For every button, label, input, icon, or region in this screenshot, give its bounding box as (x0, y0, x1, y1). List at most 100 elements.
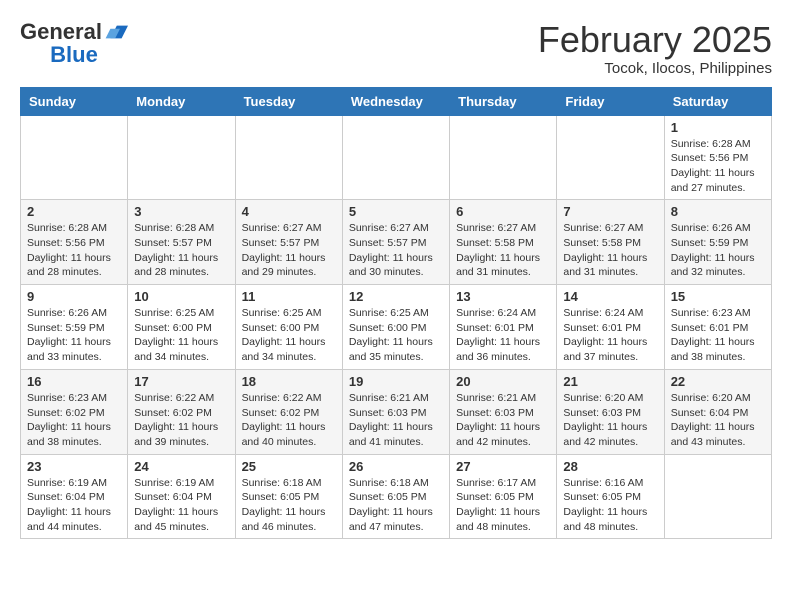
day-info: Sunrise: 6:20 AM Sunset: 6:03 PM Dayligh… (563, 391, 657, 450)
logo: General Blue (20, 20, 128, 66)
day-info: Sunrise: 6:27 AM Sunset: 5:58 PM Dayligh… (563, 221, 657, 280)
calendar-cell: 1 Sunrise: 6:28 AM Sunset: 5:56 PM Daylig… (664, 115, 771, 200)
weekday-header-monday: Monday (128, 87, 235, 115)
calendar-cell (235, 115, 342, 200)
day-info: Sunrise: 6:21 AM Sunset: 6:03 PM Dayligh… (349, 391, 443, 450)
day-number: 19 (349, 374, 443, 389)
weekday-header-thursday: Thursday (450, 87, 557, 115)
day-number: 24 (134, 459, 228, 474)
calendar-cell: 28 Sunrise: 6:16 AM Sunset: 6:05 PM Dayli… (557, 454, 664, 539)
day-info: Sunrise: 6:20 AM Sunset: 6:04 PM Dayligh… (671, 391, 765, 450)
weekday-header-friday: Friday (557, 87, 664, 115)
day-info: Sunrise: 6:28 AM Sunset: 5:57 PM Dayligh… (134, 221, 228, 280)
calendar-cell: 12 Sunrise: 6:25 AM Sunset: 6:00 PM Dayli… (342, 285, 449, 370)
day-number: 18 (242, 374, 336, 389)
calendar-cell: 2 Sunrise: 6:28 AM Sunset: 5:56 PM Daylig… (21, 200, 128, 285)
day-number: 12 (349, 289, 443, 304)
logo-icon (104, 20, 128, 44)
day-number: 20 (456, 374, 550, 389)
day-info: Sunrise: 6:28 AM Sunset: 5:56 PM Dayligh… (27, 221, 121, 280)
day-number: 27 (456, 459, 550, 474)
day-number: 23 (27, 459, 121, 474)
day-number: 13 (456, 289, 550, 304)
calendar-cell (21, 115, 128, 200)
calendar-cell: 6 Sunrise: 6:27 AM Sunset: 5:58 PM Daylig… (450, 200, 557, 285)
day-number: 22 (671, 374, 765, 389)
day-number: 10 (134, 289, 228, 304)
day-info: Sunrise: 6:22 AM Sunset: 6:02 PM Dayligh… (242, 391, 336, 450)
day-number: 26 (349, 459, 443, 474)
day-info: Sunrise: 6:27 AM Sunset: 5:58 PM Dayligh… (456, 221, 550, 280)
day-info: Sunrise: 6:27 AM Sunset: 5:57 PM Dayligh… (242, 221, 336, 280)
day-number: 6 (456, 204, 550, 219)
calendar-cell (450, 115, 557, 200)
day-info: Sunrise: 6:25 AM Sunset: 6:00 PM Dayligh… (242, 306, 336, 365)
day-info: Sunrise: 6:27 AM Sunset: 5:57 PM Dayligh… (349, 221, 443, 280)
logo-text-blue: Blue (50, 44, 98, 66)
day-info: Sunrise: 6:22 AM Sunset: 6:02 PM Dayligh… (134, 391, 228, 450)
calendar-week-row: 2 Sunrise: 6:28 AM Sunset: 5:56 PM Daylig… (21, 200, 772, 285)
day-info: Sunrise: 6:23 AM Sunset: 6:02 PM Dayligh… (27, 391, 121, 450)
day-number: 9 (27, 289, 121, 304)
calendar-cell: 22 Sunrise: 6:20 AM Sunset: 6:04 PM Dayli… (664, 369, 771, 454)
calendar-cell: 14Sunrise: 6:24 AM Sunset: 6:01 PM Dayli… (557, 285, 664, 370)
page-header: General Blue February 2025 Tocok, Ilocos… (20, 20, 772, 77)
day-number: 3 (134, 204, 228, 219)
calendar-cell: 7 Sunrise: 6:27 AM Sunset: 5:58 PM Daylig… (557, 200, 664, 285)
calendar-cell (664, 454, 771, 539)
calendar-cell: 19 Sunrise: 6:21 AM Sunset: 6:03 PM Dayli… (342, 369, 449, 454)
day-number: 15 (671, 289, 765, 304)
day-number: 1 (671, 120, 765, 135)
weekday-header-sunday: Sunday (21, 87, 128, 115)
day-info: Sunrise: 6:26 AM Sunset: 5:59 PM Dayligh… (27, 306, 121, 365)
day-info: Sunrise: 6:25 AM Sunset: 6:00 PM Dayligh… (349, 306, 443, 365)
calendar-cell: 8Sunrise: 6:26 AM Sunset: 5:59 PM Daylig… (664, 200, 771, 285)
calendar-cell: 27 Sunrise: 6:17 AM Sunset: 6:05 PM Dayli… (450, 454, 557, 539)
day-info: Sunrise: 6:17 AM Sunset: 6:05 PM Dayligh… (456, 476, 550, 535)
calendar-cell: 11Sunrise: 6:25 AM Sunset: 6:00 PM Dayli… (235, 285, 342, 370)
calendar-cell (557, 115, 664, 200)
calendar-cell: 15 Sunrise: 6:23 AM Sunset: 6:01 PM Dayli… (664, 285, 771, 370)
day-number: 5 (349, 204, 443, 219)
calendar-cell: 10 Sunrise: 6:25 AM Sunset: 6:00 PM Dayli… (128, 285, 235, 370)
calendar-week-row: 16 Sunrise: 6:23 AM Sunset: 6:02 PM Dayli… (21, 369, 772, 454)
day-number: 21 (563, 374, 657, 389)
day-info: Sunrise: 6:28 AM Sunset: 5:56 PM Dayligh… (671, 137, 765, 196)
day-number: 4 (242, 204, 336, 219)
calendar-cell: 23 Sunrise: 6:19 AM Sunset: 6:04 PM Dayli… (21, 454, 128, 539)
calendar-cell: 13Sunrise: 6:24 AM Sunset: 6:01 PM Dayli… (450, 285, 557, 370)
day-info: Sunrise: 6:19 AM Sunset: 6:04 PM Dayligh… (134, 476, 228, 535)
weekday-header-row: SundayMondayTuesdayWednesdayThursdayFrid… (21, 87, 772, 115)
calendar-cell: 18 Sunrise: 6:22 AM Sunset: 6:02 PM Dayli… (235, 369, 342, 454)
day-info: Sunrise: 6:26 AM Sunset: 5:59 PM Dayligh… (671, 221, 765, 280)
location-subtitle: Tocok, Ilocos, Philippines (538, 60, 772, 77)
calendar-table: SundayMondayTuesdayWednesdayThursdayFrid… (20, 87, 772, 540)
day-number: 25 (242, 459, 336, 474)
day-info: Sunrise: 6:23 AM Sunset: 6:01 PM Dayligh… (671, 306, 765, 365)
day-number: 7 (563, 204, 657, 219)
day-number: 2 (27, 204, 121, 219)
weekday-header-wednesday: Wednesday (342, 87, 449, 115)
calendar-cell: 20Sunrise: 6:21 AM Sunset: 6:03 PM Dayli… (450, 369, 557, 454)
weekday-header-saturday: Saturday (664, 87, 771, 115)
calendar-cell: 4 Sunrise: 6:27 AM Sunset: 5:57 PM Daylig… (235, 200, 342, 285)
calendar-week-row: 9 Sunrise: 6:26 AM Sunset: 5:59 PM Daylig… (21, 285, 772, 370)
weekday-header-tuesday: Tuesday (235, 87, 342, 115)
day-number: 28 (563, 459, 657, 474)
day-info: Sunrise: 6:16 AM Sunset: 6:05 PM Dayligh… (563, 476, 657, 535)
calendar-cell: 16 Sunrise: 6:23 AM Sunset: 6:02 PM Dayli… (21, 369, 128, 454)
calendar-cell: 26Sunrise: 6:18 AM Sunset: 6:05 PM Dayli… (342, 454, 449, 539)
month-year-title: February 2025 (538, 20, 772, 60)
calendar-cell: 24 Sunrise: 6:19 AM Sunset: 6:04 PM Dayli… (128, 454, 235, 539)
day-info: Sunrise: 6:18 AM Sunset: 6:05 PM Dayligh… (242, 476, 336, 535)
day-number: 16 (27, 374, 121, 389)
calendar-cell (128, 115, 235, 200)
day-number: 17 (134, 374, 228, 389)
day-info: Sunrise: 6:24 AM Sunset: 6:01 PM Dayligh… (563, 306, 657, 365)
day-info: Sunrise: 6:25 AM Sunset: 6:00 PM Dayligh… (134, 306, 228, 365)
day-info: Sunrise: 6:19 AM Sunset: 6:04 PM Dayligh… (27, 476, 121, 535)
calendar-cell (342, 115, 449, 200)
calendar-cell: 17 Sunrise: 6:22 AM Sunset: 6:02 PM Dayli… (128, 369, 235, 454)
calendar-cell: 21 Sunrise: 6:20 AM Sunset: 6:03 PM Dayli… (557, 369, 664, 454)
calendar-cell: 5 Sunrise: 6:27 AM Sunset: 5:57 PM Daylig… (342, 200, 449, 285)
